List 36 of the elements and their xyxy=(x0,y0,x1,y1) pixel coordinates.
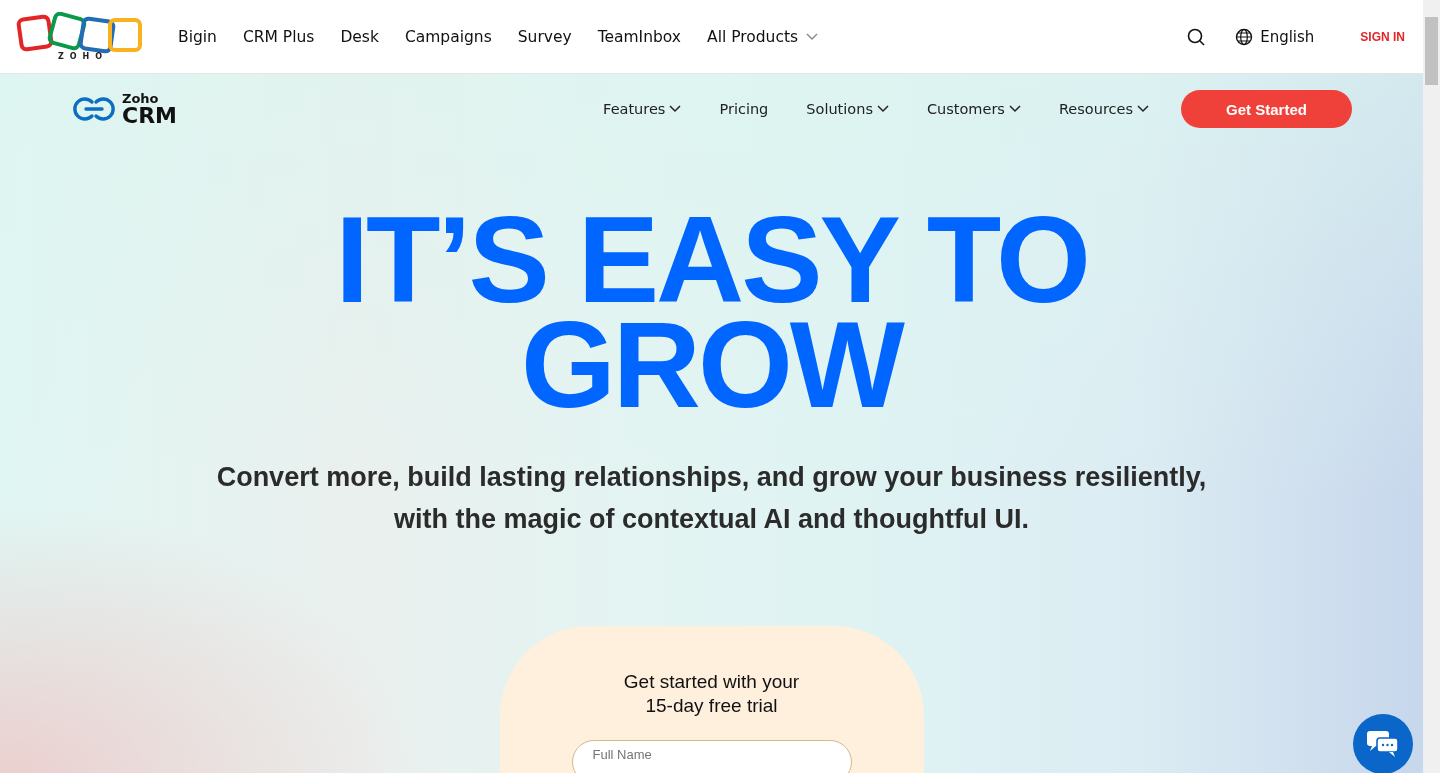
nav-menu-item[interactable]: Features xyxy=(603,101,682,117)
zoho-logo[interactable]: ZOHO xyxy=(14,12,146,61)
nav-menu-item[interactable]: Pricing xyxy=(719,101,769,117)
brand-name: Zoho xyxy=(122,91,160,105)
scrollbar-thumb[interactable] xyxy=(1425,17,1438,85)
product-name: CRM xyxy=(122,104,177,127)
nav-menu-item[interactable]: Solutions xyxy=(806,101,889,117)
sign-in-link[interactable]: SIGN IN xyxy=(1360,29,1405,44)
zoho-crm-logo[interactable]: Zoho CRM xyxy=(72,91,177,127)
nav-menu-item[interactable]: Resources xyxy=(1058,101,1149,117)
product-link[interactable]: Campaigns xyxy=(404,27,492,46)
chevron-down-icon xyxy=(669,105,682,113)
product-link[interactable]: Desk xyxy=(340,27,379,46)
logo-text: ZOHO xyxy=(56,52,109,61)
product-link[interactable]: Survey xyxy=(517,27,572,46)
chevron-down-icon xyxy=(876,105,889,113)
globe-icon xyxy=(1235,27,1254,46)
get-started-button[interactable]: Get Started xyxy=(1181,90,1352,128)
signup-title: Get started with your 15-day free trial xyxy=(623,670,800,718)
input-field[interactable]: Full Name xyxy=(571,740,852,773)
hero-subtitle: Convert more, build lasting relationships, and grow your business resiliently, with the magic of contextual AI and thoughtful UI. xyxy=(216,461,1207,536)
product-link[interactable]: CRM Plus xyxy=(242,27,315,46)
product-link[interactable]: All Products xyxy=(707,27,819,46)
product-link[interactable]: TeamInbox xyxy=(597,27,682,46)
scrollbar[interactable] xyxy=(1423,0,1440,773)
search-icon[interactable] xyxy=(1187,27,1206,46)
product-link[interactable]: Bigin xyxy=(178,27,217,46)
chevron-down-icon xyxy=(806,32,819,41)
chat-button[interactable] xyxy=(1353,714,1413,773)
nav-menu-item[interactable]: Customers xyxy=(926,101,1021,117)
chevron-down-icon xyxy=(1008,105,1021,113)
hero-heading: IT’S EASY TO GROW xyxy=(335,208,1088,418)
language-selector[interactable]: English xyxy=(1235,27,1315,46)
chat-bubbles-icon xyxy=(1366,729,1400,759)
chevron-down-icon xyxy=(1137,105,1149,113)
linked-rings-icon xyxy=(72,94,116,124)
